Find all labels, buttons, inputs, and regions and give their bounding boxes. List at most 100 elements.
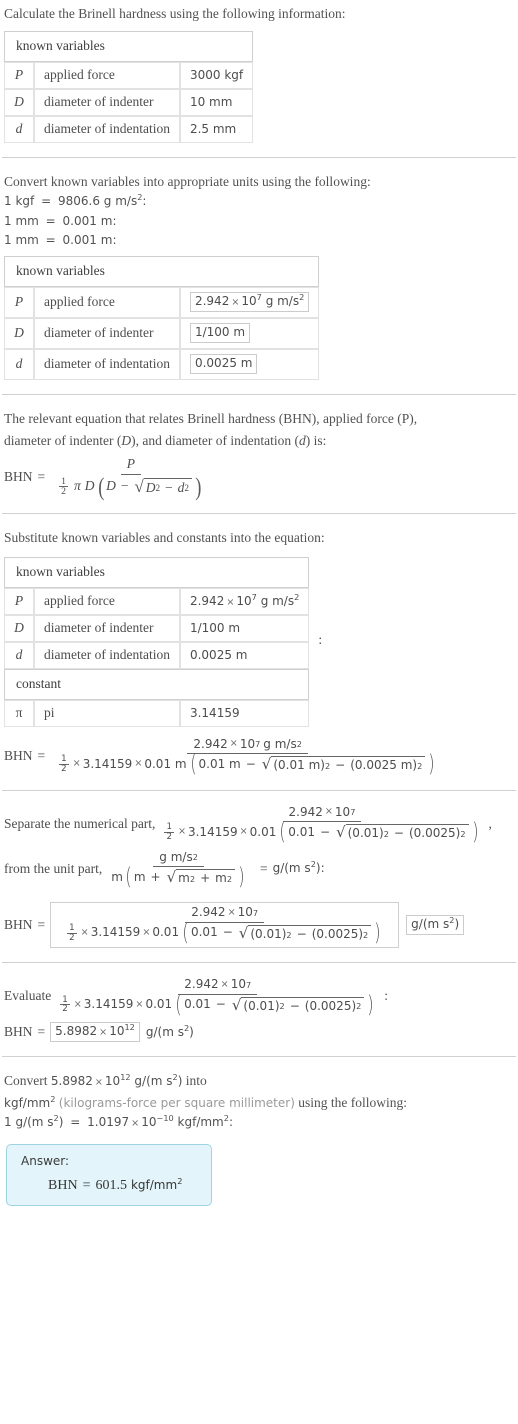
section-divider xyxy=(2,156,516,158)
unit-part-fraction: g m/s 2 m ( m + √ m2 + m 2) xyxy=(105,850,252,889)
equation-description-line2: diameter of indenter (D), and diameter o… xyxy=(4,431,514,451)
multiply-icon: × xyxy=(131,1118,140,1130)
paren-content: 0.01 − √ (0.01) 2 − (0.0025) 2 xyxy=(190,924,373,941)
radicand: (0.01) 2 − (0.0025) 2 xyxy=(241,996,365,1013)
substitute-variables-table: known variables P applied force 2.942 × 10… xyxy=(4,556,310,727)
multiply-icon: × xyxy=(229,738,238,750)
parenthesized-group: ( m + √ m2 + m2) xyxy=(124,866,246,888)
square-root: √ (0.01) 2 − (0.0025) 2 xyxy=(232,996,365,1013)
fraction-numerator: 2.942 × 10 7 xyxy=(185,905,265,923)
one-half-fraction: 12 xyxy=(164,823,174,841)
value-unit: g m/s xyxy=(265,294,300,309)
square-root: √ (0.01 m) 2 − (0.0025 m) 2 xyxy=(261,755,426,774)
radical-sign-icon: √ xyxy=(261,755,272,774)
highlighted-value: 0.0025 m xyxy=(189,354,258,375)
table-constant-label: constant xyxy=(4,668,310,700)
bhn-boxed-numeric-line: BHN = 2.942×107 12 × 3.14159 × 0.01 ( xyxy=(4,902,514,949)
row-value: 2.5 mm xyxy=(179,115,254,143)
final-convert-rule: 1 g/(m s2) = 1.0197 × 10−10 kgf/mm2: xyxy=(4,1114,514,1131)
denominator-D: D xyxy=(84,478,95,494)
trailing-colon: : xyxy=(318,632,323,648)
step-evaluate: Evaluate 2.942 × 10 7 12 × 3.14159 × 0.01 (… xyxy=(0,977,518,1043)
step-separate-parts: Separate the numerical part, 2.942 × 10 7 1… xyxy=(0,805,518,949)
left-paren: ( xyxy=(182,919,189,946)
conversion-rule: 1 kgf = 9806.6 g m/s2: xyxy=(4,193,514,210)
equals-sign: = xyxy=(41,194,52,209)
section-divider xyxy=(2,1056,516,1058)
radicand-term2: (0.0025 m) xyxy=(350,758,418,773)
final-convert-line1: Convert 5.8982 × 1012 g/(m s2) into xyxy=(4,1071,514,1091)
minus-sign: − xyxy=(120,478,129,494)
table-row: P applied force 2.942 × 107 g m/s2 xyxy=(4,587,310,615)
plus-sign: + xyxy=(150,869,161,884)
half-denominator: 2 xyxy=(69,932,75,943)
radicand-term2: (0.0025) xyxy=(304,998,357,1013)
row-name: applied force xyxy=(34,587,180,615)
numerator-mantissa: 2.942 xyxy=(184,977,219,992)
minus-sign: − xyxy=(289,998,300,1013)
paren-content: m + √ m2 + m2 xyxy=(133,869,237,885)
table-row: D diameter of indenter 10 mm xyxy=(4,88,254,116)
unit-result: g/(m s2): xyxy=(273,860,325,875)
multiply-icon: × xyxy=(134,758,143,770)
multiply-icon: × xyxy=(142,926,151,938)
one-half-fraction: 12 xyxy=(67,924,77,942)
denominator-D-value: 0.01 xyxy=(249,824,277,839)
formula-lhs: BHN xyxy=(4,747,33,763)
result-unit-text: g/(m s xyxy=(145,1024,184,1039)
rule-rhs-number: 9806.6 xyxy=(57,194,100,209)
rule-tail: : xyxy=(142,194,147,209)
pi-symbol: π xyxy=(74,478,81,494)
parenthesized-group: ( D − √ D2 − d2) xyxy=(97,474,203,500)
equals-sign: = xyxy=(37,917,46,932)
multiply-icon: × xyxy=(177,825,186,837)
step-substitute: Substitute known variables and constants… xyxy=(0,528,518,775)
half-denominator: 2 xyxy=(166,831,172,842)
rule-rhs-unit: m xyxy=(100,232,113,247)
half-denominator: 2 xyxy=(61,763,67,774)
value-unit-exponent: 2 xyxy=(299,292,305,303)
desc-text-a: diameter of indenter ( xyxy=(4,432,122,448)
fraction-denominator: 12 × 3.14159 × 0.01 ( 0.01 − √ (0.01) 2 … xyxy=(61,919,388,946)
rule-lhs: 1 mm xyxy=(4,232,39,247)
equals-sign: = xyxy=(259,860,268,876)
parenthesized-group: ( 0.01 − √ (0.01) 2 − (0.0025) 2) xyxy=(278,821,479,843)
answer-unit-text: kgf/mm xyxy=(130,1177,178,1192)
final-convert-line2: kgf/mm2 (kilograms-force per square mill… xyxy=(4,1093,514,1113)
numerator-base: 10 xyxy=(239,736,256,751)
convert-word: Convert xyxy=(4,1073,48,1089)
separate-numerical-line: Separate the numerical part, 2.942 × 10 7 1… xyxy=(4,805,514,844)
numeric-fraction: 2.942 × 10 7 12 × 3.14159 × 0.01 ( 0.01 − xyxy=(61,905,388,944)
row-symbol: P xyxy=(4,287,34,319)
answer-label: Answer: xyxy=(21,1153,70,1168)
row-symbol: d xyxy=(4,641,34,669)
minus-sign: − xyxy=(165,479,173,495)
desc-text-b: ), and diameter of indentation ( xyxy=(131,432,300,448)
section-divider xyxy=(2,513,516,515)
row-value: 0.0025 m xyxy=(179,641,310,669)
right-paren: ) xyxy=(428,751,435,778)
row-name: diameter of indenter xyxy=(34,318,180,350)
row-symbol: d xyxy=(4,115,34,143)
equation-description-line1: The relevant equation that relates Brine… xyxy=(4,411,418,427)
paren-content: 0.01 − √ (0.01) 2 − (0.0025) 2 xyxy=(183,996,366,1013)
one-half-fraction: 12 xyxy=(59,476,68,497)
equals-sign: = xyxy=(37,747,46,763)
radicand-term2: (0.0025) xyxy=(408,826,461,841)
value-unit-exponent: 2 xyxy=(294,591,300,602)
radicand-d: d xyxy=(177,479,185,495)
paren-content: 0.01 m − √ (0.01 m) 2 − (0.0025 m) 2 xyxy=(198,756,428,772)
answer-unit-exponent: 2 xyxy=(177,1175,183,1186)
unit-label-text: g/(m s xyxy=(411,917,450,932)
row-name: pi xyxy=(34,699,180,727)
radicand: D2 − d2 xyxy=(143,477,193,496)
denominator-pi-value: 3.14159 xyxy=(187,824,238,839)
half-denominator: 2 xyxy=(62,1004,68,1015)
row-name: diameter of indentation xyxy=(34,641,180,669)
row-symbol: d xyxy=(4,349,34,381)
row-symbol: P xyxy=(4,587,34,615)
multiply-icon: × xyxy=(73,998,82,1010)
answer-number: 601.5 xyxy=(95,1177,127,1193)
radicand: (0.01) 2 − (0.0025) 2 xyxy=(345,824,469,841)
convert-intro: Convert known variables into appropriate… xyxy=(4,173,371,189)
